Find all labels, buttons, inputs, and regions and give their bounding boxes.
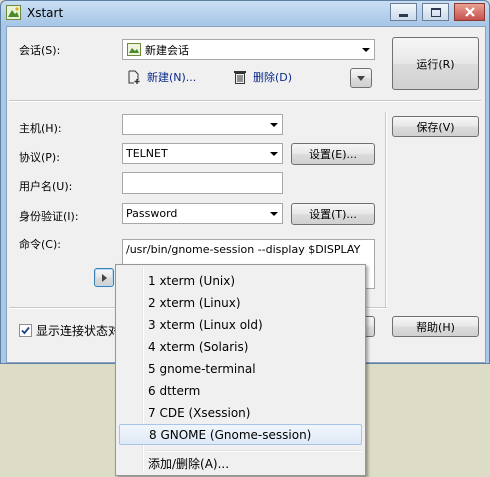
minimize-icon: [399, 13, 408, 17]
username-input[interactable]: [122, 172, 283, 194]
protocol-label: 协议(P):: [19, 151, 60, 164]
protocol-select[interactable]: TELNET: [122, 143, 283, 164]
menu-item[interactable]: 5 gnome-terminal: [119, 358, 362, 379]
command-preset-menu: 1 xterm (Unix) 2 xterm (Linux) 3 xterm (Li…: [115, 264, 366, 476]
auth-value: Password: [126, 207, 178, 220]
section-divider: [9, 100, 481, 102]
close-button[interactable]: [454, 3, 485, 21]
menu-item[interactable]: 8 GNOME (Gnome-session): [119, 424, 362, 445]
session-select[interactable]: 新建会话: [122, 39, 375, 60]
session-options-button[interactable]: [350, 68, 372, 88]
menu-item[interactable]: 4 xterm (Solaris): [119, 336, 362, 357]
maximize-icon: [430, 7, 441, 17]
username-label: 用户名(U):: [19, 180, 73, 193]
chevron-down-icon: [270, 211, 278, 216]
chevron-down-icon: [362, 47, 370, 52]
auth-settings-button[interactable]: 设置(T)...: [291, 203, 375, 225]
save-button[interactable]: 保存(V): [392, 116, 479, 137]
menu-item[interactable]: 2 xterm (Linux): [119, 292, 362, 313]
auth-label: 身份验证(I):: [19, 210, 79, 223]
xstart-app-icon: [6, 5, 21, 20]
command-value: /usr/bin/gnome-session --display $DISPLA…: [126, 243, 361, 256]
chevron-down-icon: [270, 122, 278, 127]
command-preset-button[interactable]: [94, 268, 114, 287]
protocol-value: TELNET: [126, 147, 168, 160]
new-session-label: 新建(N)...: [147, 71, 197, 84]
side-divider: [385, 112, 387, 307]
menu-item[interactable]: 7 CDE (Xsession): [119, 402, 362, 423]
checkmark-icon: [21, 326, 30, 335]
auth-select[interactable]: Password: [122, 203, 283, 224]
menu-item[interactable]: 6 dtterm: [119, 380, 362, 401]
window-title: Xstart: [27, 6, 64, 20]
close-icon: [464, 7, 475, 17]
minimize-button[interactable]: [390, 3, 417, 21]
menu-item[interactable]: 1 xterm (Unix): [119, 270, 362, 291]
session-label: 会话(S):: [19, 44, 61, 57]
title-bar[interactable]: Xstart: [1, 1, 489, 25]
session-icon: [127, 43, 141, 56]
maximize-button[interactable]: [422, 3, 449, 21]
run-button[interactable]: 运行(R): [392, 37, 479, 90]
menu-item-add-remove[interactable]: 添加/删除(A)...: [119, 453, 362, 474]
new-session-link[interactable]: 新建(N)...: [128, 69, 196, 85]
show-status-label: 显示连接状态对: [36, 324, 121, 338]
delete-session-link[interactable]: 删除(D): [234, 69, 292, 85]
host-input[interactable]: [122, 114, 283, 135]
help-button[interactable]: 帮助(H): [392, 316, 479, 337]
menu-item[interactable]: 3 xterm (Linux old): [119, 314, 362, 335]
delete-session-label: 删除(D): [253, 71, 293, 84]
show-status-option[interactable]: 显示连接状态对: [19, 322, 120, 339]
chevron-down-icon: [270, 151, 278, 156]
show-status-checkbox[interactable]: [19, 324, 32, 337]
menu-separator: [146, 450, 362, 452]
session-value: 新建会话: [145, 43, 189, 57]
command-label: 命令(C):: [19, 238, 61, 251]
triangle-down-icon: [357, 75, 365, 81]
triangle-right-icon: [101, 273, 107, 282]
host-label: 主机(H):: [19, 122, 62, 135]
protocol-settings-button[interactable]: 设置(E)...: [291, 143, 375, 165]
trash-icon: [234, 71, 246, 84]
new-document-icon: [128, 70, 140, 84]
